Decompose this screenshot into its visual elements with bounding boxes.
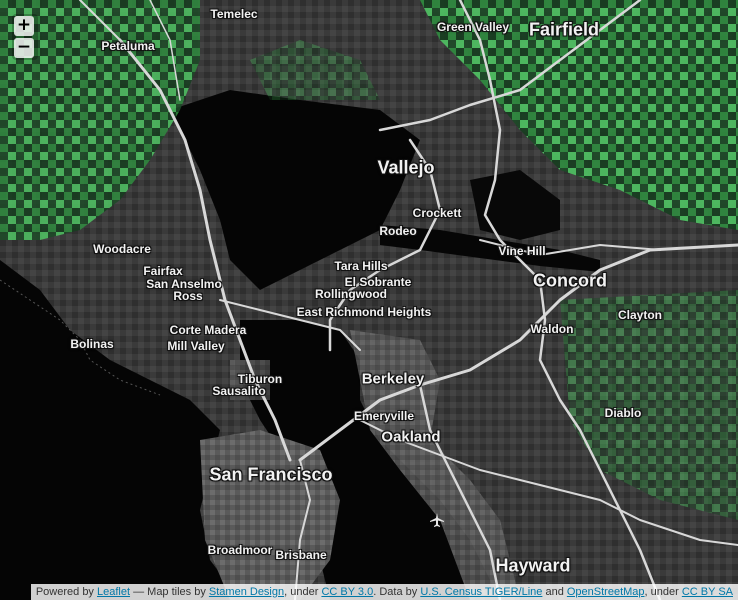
zoom-in-button[interactable]: + [14, 16, 34, 36]
census-link[interactable]: U.S. Census TIGER/Line [420, 586, 542, 598]
stamen-link[interactable]: Stamen Design [209, 586, 284, 598]
leaflet-link[interactable]: Leaflet [97, 586, 130, 598]
attribution-tiles-text: — Map tiles by [133, 586, 206, 598]
airplane-icon [430, 513, 444, 527]
cc-by-link[interactable]: CC BY 3.0 [321, 586, 373, 598]
attribution-and: and [545, 586, 564, 598]
zoom-out-button[interactable]: − [14, 38, 34, 58]
map-tiles [0, 0, 738, 600]
cc-by-sa-link[interactable]: CC BY SA [682, 586, 733, 598]
attribution-under-1: , under [284, 586, 319, 598]
osm-link[interactable]: OpenStreetMap [567, 586, 645, 598]
map-attribution: Powered by Leaflet — Map tiles by Stamen… [30, 584, 738, 600]
attribution-powered-by: Powered by [35, 586, 94, 598]
attribution-data-by: . Data by [373, 586, 418, 598]
map-viewport[interactable]: Temelec Green Valley Fairfield Petaluma Vall… [0, 0, 738, 600]
zoom-control: + − [12, 14, 38, 60]
attribution-under-2: , under [644, 586, 679, 598]
